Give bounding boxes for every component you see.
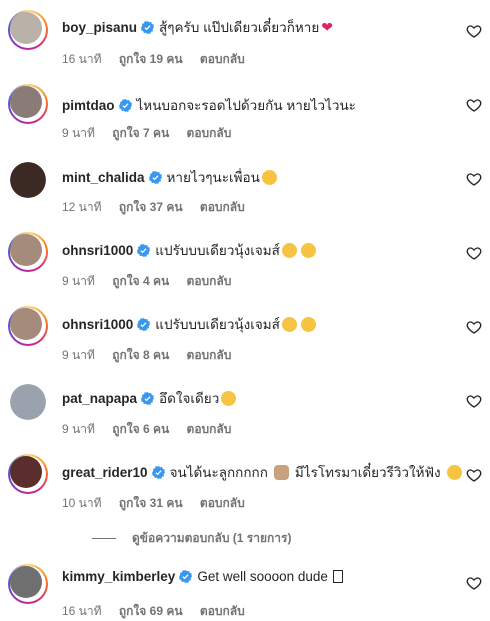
comment-text: แปรับบบเดียวนุ้งเจมส์ [155,243,280,258]
reply-button[interactable]: ตอบกลับ [200,200,245,214]
avatar[interactable] [8,306,48,346]
heart-outline-icon[interactable] [466,393,482,409]
smile-emoji-icon [281,242,297,258]
comment-time: 9 นาที [62,126,95,140]
comment-text: อึดใจเดียว [159,391,220,406]
avatar[interactable] [8,454,48,494]
reply-button[interactable]: ตอบกลับ [200,496,245,510]
comment-text-continued: มีไรโทรมาเดี๋ยวรีวิวให้ฟัง [294,465,441,480]
comment-like-count[interactable]: ถูกใจ 69 คน [119,604,183,618]
avatar[interactable] [10,384,46,420]
comment-meta: 12 นาที ถูกใจ 37 คน ตอบกลับ [62,198,259,217]
reply-button[interactable]: ตอบกลับ [187,126,232,140]
comment-like-count[interactable]: ถูกใจ 31 คน [119,496,183,510]
verified-badge-icon [151,465,165,479]
comment-meta: 9 นาที ถูกใจ 4 คน ตอบกลับ [62,272,245,291]
comment-text: Get well soooon dude [197,569,328,584]
comment-username[interactable]: pimtdao [62,98,115,113]
view-replies-label: ดูข้อความตอบกลับ (1 รายการ) [132,531,292,545]
comment-time: 16 นาที [62,52,102,66]
comment-time: 10 นาที [62,496,102,510]
view-replies-dash [92,538,116,539]
comment-meta: 9 นาที ถูกใจ 6 คน ตอบกลับ [62,420,245,439]
verified-badge-icon [137,243,151,257]
comment-like-count[interactable]: ถูกใจ 19 คน [119,52,183,66]
avatar[interactable] [8,232,48,272]
smile-emoji-icon [300,242,316,258]
unknown-glyph-icon [332,570,343,583]
reply-button[interactable]: ตอบกลับ [200,604,245,618]
muscle-emoji-icon [273,464,289,480]
comment-meta: 9 นาที ถูกใจ 8 คน ตอบกลับ [62,346,245,365]
comment-text: จนได้นะลูกกกกก [169,465,268,480]
comment-meta: 9 นาที ถูกใจ 7 คน ตอบกลับ [62,124,245,143]
heart-outline-icon[interactable] [466,575,482,591]
comment-like-count[interactable]: ถูกใจ 7 คน [112,126,169,140]
comment-text: หายไวๆนะเพื่อน [166,170,260,185]
avatar[interactable] [8,84,48,124]
comment-like-count[interactable]: ถูกใจ 4 คน [112,274,169,288]
comment-text: แปรับบบเดียวนุ้งเจมส์ [155,317,280,332]
comment-username[interactable]: mint_chalida [62,170,145,185]
comment-time: 12 นาที [62,200,102,214]
comment-username[interactable]: kimmy_kimberley [62,569,175,584]
comment-time: 9 นาที [62,274,95,288]
comment-like-count[interactable]: ถูกใจ 6 คน [112,422,169,436]
comment-meta: 16 นาที ถูกใจ 19 คน ตอบกลับ [62,50,259,69]
heart-outline-icon[interactable] [466,319,482,335]
comment-like-count[interactable]: ถูกใจ 37 คน [119,200,183,214]
reply-button[interactable]: ตอบกลับ [187,274,232,288]
smile-emoji-icon [281,316,297,332]
comment-username[interactable]: ohnsri1000 [62,243,133,258]
smile-emoji-icon [261,169,277,185]
heart-outline-icon[interactable] [466,23,482,39]
heart-outline-icon[interactable] [466,245,482,261]
comment-like-count[interactable]: ถูกใจ 8 คน [112,348,169,362]
comment-username[interactable]: great_rider10 [62,465,148,480]
heart-outline-icon[interactable] [466,467,482,483]
verified-badge-icon [141,391,155,405]
avatar[interactable] [8,10,48,50]
verified-badge-icon [137,317,151,331]
avatar[interactable] [10,162,46,198]
comment-username[interactable]: pat_napapa [62,391,137,406]
hug-emoji-icon [446,464,462,480]
verified-badge-icon [118,98,132,112]
comment-text: สู้ๆครับ แป๊ปเดียวเดี๋ยวก็หาย [159,20,320,35]
reply-button[interactable]: ตอบกลับ [200,52,245,66]
heart-outline-icon[interactable] [466,97,482,113]
avatar[interactable] [8,564,48,604]
comment-text: ไหนบอกจะรอดไปด้วยกัน หายไวไวนะ [136,98,356,113]
comment-username[interactable]: ohnsri1000 [62,317,133,332]
reply-button[interactable]: ตอบกลับ [187,348,232,362]
comment-time: 16 นาที [62,604,102,618]
heart-eyes-emoji-icon [221,390,237,406]
comment-username[interactable]: boy_pisanu [62,20,137,35]
view-replies-button[interactable]: ดูข้อความตอบกลับ (1 รายการ) [92,529,291,548]
verified-badge-icon [141,20,155,34]
comment-time: 9 นาที [62,348,95,362]
comment-meta: 10 นาที ถูกใจ 31 คน ตอบกลับ [62,494,259,513]
verified-badge-icon [179,570,193,583]
comment-time: 9 นาที [62,422,95,436]
verified-badge-icon [148,170,162,184]
reply-button[interactable]: ตอบกลับ [187,422,232,436]
comment-meta: 16 นาที ถูกใจ 69 คน ตอบกลับ [62,602,259,621]
heart-emoji-icon: ❤ [321,18,333,35]
heart-outline-icon[interactable] [466,171,482,187]
smile-emoji-icon [300,316,316,332]
